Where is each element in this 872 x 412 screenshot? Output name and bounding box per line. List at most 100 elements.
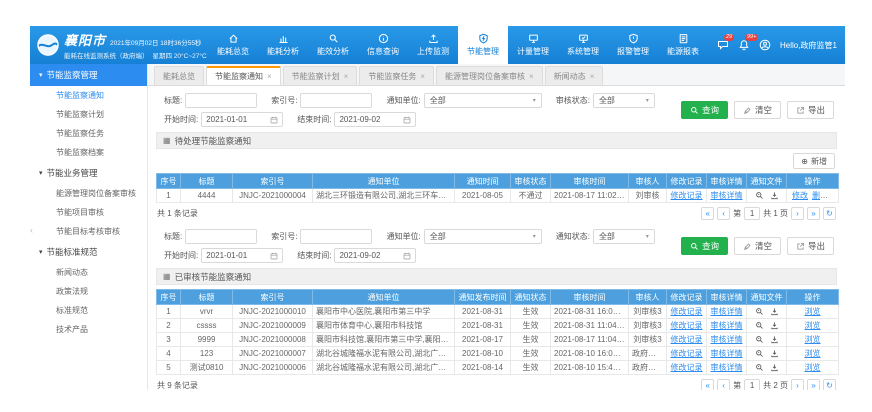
- table-link[interactable]: 审核详情: [711, 335, 743, 344]
- close-icon[interactable]: ×: [267, 72, 272, 81]
- nav-item-7[interactable]: 系统管理: [558, 26, 608, 64]
- pending-search-button[interactable]: 查询: [681, 101, 728, 119]
- sidebar-item-0-0[interactable]: 节能监察通知: [30, 86, 147, 105]
- table-link[interactable]: 修改记录: [671, 321, 703, 330]
- op-link[interactable]: 修改: [792, 191, 808, 200]
- last-page-button[interactable]: »: [807, 207, 820, 220]
- prev-page-button[interactable]: ‹: [717, 207, 730, 220]
- pending-clear-button[interactable]: 清空: [734, 101, 781, 119]
- download-icon[interactable]: [770, 307, 779, 316]
- table-link[interactable]: 审核详情: [711, 321, 743, 330]
- first-page-button[interactable]: «: [701, 207, 714, 220]
- last-page-button[interactable]: »: [807, 379, 820, 390]
- sidebar-item-2-3[interactable]: 技术产品: [30, 320, 147, 339]
- op-link[interactable]: 浏览: [805, 363, 821, 372]
- tab-5[interactable]: 新闻动态×: [545, 66, 604, 85]
- nav-item-3[interactable]: 信息查询: [358, 26, 408, 64]
- reviewed-title-input[interactable]: [185, 229, 257, 244]
- sidebar-group-2[interactable]: ▾节能标准规范: [30, 241, 147, 263]
- table-link[interactable]: 修改记录: [671, 349, 703, 358]
- reviewed-index-input[interactable]: [300, 229, 372, 244]
- messages-button[interactable]: 29: [717, 39, 729, 51]
- reviewed-export-button[interactable]: 导出: [787, 237, 834, 255]
- sidebar-item-0-2[interactable]: 节能监察任务: [30, 124, 147, 143]
- reviewed-search-button[interactable]: 查询: [681, 237, 728, 255]
- close-icon[interactable]: ×: [420, 72, 425, 81]
- preview-icon[interactable]: [755, 349, 764, 358]
- page-number-input[interactable]: 1: [744, 379, 760, 390]
- sidebar-item-1-2[interactable]: 节能目标考核审核: [30, 222, 147, 241]
- reviewed-clear-button[interactable]: 清空: [734, 237, 781, 255]
- download-icon[interactable]: [770, 335, 779, 344]
- sidebar-item-2-1[interactable]: 政策法规: [30, 282, 147, 301]
- preview-icon[interactable]: [755, 191, 764, 200]
- download-icon[interactable]: [770, 191, 779, 200]
- sidebar-group-1[interactable]: ▾节能业务管理: [30, 162, 147, 184]
- preview-icon[interactable]: [755, 335, 764, 344]
- reviewed-end-date[interactable]: 2021-09-02: [334, 248, 416, 263]
- notifications-button[interactable]: 99+: [738, 39, 750, 51]
- op-link[interactable]: 浏览: [805, 335, 821, 344]
- op-link[interactable]: 浏览: [832, 191, 839, 200]
- user-greeting[interactable]: Hello,政府监管1: [780, 40, 837, 51]
- table-link[interactable]: 审核详情: [711, 349, 743, 358]
- nav-item-8[interactable]: 报警管理: [608, 26, 658, 64]
- sidebar-group-0[interactable]: ▾节能监察管理: [30, 64, 147, 86]
- op-link[interactable]: 浏览: [805, 321, 821, 330]
- table-link[interactable]: 修改记录: [671, 335, 703, 344]
- close-icon[interactable]: ×: [344, 72, 349, 81]
- sidebar-collapse-handle[interactable]: ‹: [30, 222, 38, 238]
- reviewed-unit-select[interactable]: 全部 ▾: [424, 229, 542, 244]
- tab-3[interactable]: 节能监察任务×: [359, 66, 434, 85]
- sidebar-item-1-0[interactable]: 能源管理岗位备案审核: [30, 184, 147, 203]
- pending-index-input[interactable]: [300, 93, 372, 108]
- sidebar-item-0-3[interactable]: 节能监察档案: [30, 143, 147, 162]
- pending-start-date[interactable]: 2021-01-01: [201, 112, 283, 127]
- table-link[interactable]: 修改记录: [671, 363, 703, 372]
- close-icon[interactable]: ×: [529, 72, 534, 81]
- table-link[interactable]: 修改记录: [671, 307, 703, 316]
- tab-2[interactable]: 节能监察计划×: [283, 66, 358, 85]
- pending-end-date[interactable]: 2021-09-02: [334, 112, 416, 127]
- tab-4[interactable]: 能源管理岗位备案审核×: [436, 66, 543, 85]
- user-avatar-icon[interactable]: [759, 39, 771, 51]
- nav-item-5[interactable]: 节能管理: [458, 26, 508, 64]
- preview-icon[interactable]: [755, 363, 764, 372]
- add-notice-button[interactable]: ⊕ 新增: [793, 153, 835, 169]
- op-link[interactable]: 浏览: [805, 349, 821, 358]
- table-link[interactable]: 修改记录: [671, 191, 703, 200]
- table-link[interactable]: 审核详情: [711, 191, 743, 200]
- preview-icon[interactable]: [755, 307, 764, 316]
- nav-item-4[interactable]: 上传监测: [408, 26, 458, 64]
- pending-title-input[interactable]: [185, 93, 257, 108]
- next-page-button[interactable]: ›: [791, 207, 804, 220]
- prev-page-button[interactable]: ‹: [717, 379, 730, 390]
- reviewed-start-date[interactable]: 2021-01-01: [201, 248, 283, 263]
- refresh-button[interactable]: ↻: [823, 379, 836, 390]
- op-link[interactable]: 删除: [812, 191, 828, 200]
- download-icon[interactable]: [770, 321, 779, 330]
- close-icon[interactable]: ×: [590, 72, 595, 81]
- sidebar-item-2-0[interactable]: 新闻动态: [30, 263, 147, 282]
- sidebar-item-1-1[interactable]: 节能项目审核: [30, 203, 147, 222]
- first-page-button[interactable]: «: [701, 379, 714, 390]
- nav-item-0[interactable]: 能耗总览: [208, 26, 258, 64]
- pending-status-select[interactable]: 全部 ▾: [593, 93, 655, 108]
- sidebar-item-0-1[interactable]: 节能监察计划: [30, 105, 147, 124]
- pending-unit-select[interactable]: 全部 ▾: [424, 93, 542, 108]
- tab-0[interactable]: 能耗总览: [154, 66, 204, 85]
- table-link[interactable]: 审核详情: [711, 363, 743, 372]
- nav-item-9[interactable]: 能源报表: [658, 26, 708, 64]
- nav-item-2[interactable]: 能效分析: [308, 26, 358, 64]
- user-menu-caret-icon[interactable]: ▾: [846, 41, 850, 49]
- download-icon[interactable]: [770, 349, 779, 358]
- pending-export-button[interactable]: 导出: [787, 101, 834, 119]
- download-icon[interactable]: [770, 363, 779, 372]
- nav-item-6[interactable]: 计量管理: [508, 26, 558, 64]
- nav-item-1[interactable]: 能耗分析: [258, 26, 308, 64]
- page-number-input[interactable]: 1: [744, 207, 760, 220]
- op-link[interactable]: 浏览: [805, 307, 821, 316]
- tab-1[interactable]: 节能监察通知×: [206, 66, 281, 85]
- reviewed-status-select[interactable]: 全部 ▾: [593, 229, 655, 244]
- next-page-button[interactable]: ›: [791, 379, 804, 390]
